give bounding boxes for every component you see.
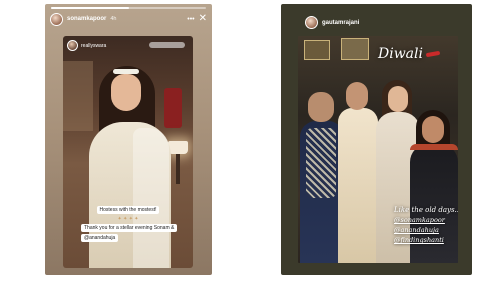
mention-tag[interactable]: @sonamkapoor	[394, 216, 458, 224]
story-progress-fill	[51, 7, 129, 9]
mention-tag[interactable]: @anandahuja	[81, 234, 119, 242]
headpiece	[113, 69, 139, 74]
avatar[interactable]	[67, 40, 78, 51]
story-progress-bar	[51, 7, 206, 9]
story-username[interactable]: sonamkapoor	[67, 16, 106, 22]
lamp-base	[176, 154, 180, 184]
person-dupatta	[133, 128, 169, 268]
lamp-shade	[168, 141, 188, 154]
person-face	[308, 92, 334, 122]
wall-frame	[304, 40, 330, 60]
shared-post-username[interactable]: reallyswara	[81, 43, 106, 49]
story-caption: Hostess with the mostest! ✦ ✦ ✦ ✦ Thank …	[81, 206, 178, 242]
story-header: gautamrajani	[305, 16, 359, 29]
story-title-text: Diwali	[378, 46, 423, 62]
shared-post-header: reallyswara	[67, 40, 106, 51]
story-timestamp: 4h	[110, 16, 117, 22]
person-outfit	[338, 108, 378, 263]
story-username[interactable]: gautamrajani	[322, 20, 359, 26]
emoji-decoration: ✦ ✦ ✦ ✦	[117, 216, 139, 222]
shared-post-card[interactable]: reallyswara Hostess with the mostest! ✦ …	[63, 36, 193, 268]
mention-sticker[interactable]	[149, 42, 185, 48]
story-caption: Like the old days.. @sonamkapoor @ananda…	[394, 206, 458, 244]
person-face	[111, 74, 141, 111]
person-face	[346, 82, 368, 110]
story-gautamrajani[interactable]: gautamrajani Diwali Like the old days.. …	[281, 4, 472, 275]
avatar[interactable]	[50, 12, 63, 26]
caption-line: Like the old days..	[394, 206, 458, 214]
story-header: sonamkapoor 4h ••• ✕	[50, 12, 207, 26]
wall-frame	[341, 38, 369, 60]
mention-tag[interactable]: @anandahuja	[394, 226, 458, 234]
story-sonamkapoor[interactable]: sonamkapoor 4h ••• ✕ reallyswara Hostess…	[45, 4, 212, 275]
person-face	[388, 86, 408, 112]
more-icon[interactable]: •••	[187, 16, 194, 23]
caption-line: Thank you for a stellar evening Sonam &	[81, 224, 178, 232]
caption-line: Hostess with the mostest!	[96, 206, 160, 214]
person-outfit	[410, 144, 458, 263]
close-icon[interactable]: ✕	[199, 14, 207, 24]
background-decor	[63, 61, 93, 131]
saree-border	[410, 144, 458, 150]
diya-sticker	[425, 50, 441, 58]
mention-tag[interactable]: @findingshanti	[394, 236, 458, 244]
background-decor	[164, 88, 182, 128]
embroidery-pattern	[306, 128, 336, 198]
avatar[interactable]	[305, 16, 318, 29]
person-face	[422, 116, 444, 143]
story-photo: Diwali Like the old days.. @sonamkapoor …	[298, 36, 458, 263]
